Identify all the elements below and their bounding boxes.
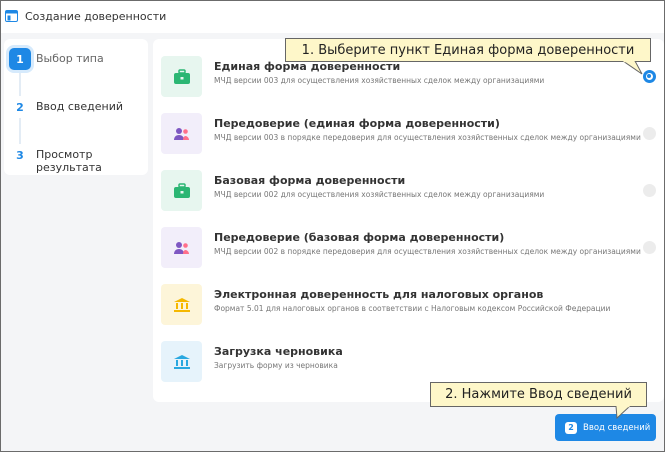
stepper: 1 Выбор типа 2 Ввод сведений 3 Просмотр …	[4, 39, 148, 175]
option-unified-form[interactable]: Единая форма доверенности МЧД версии 003…	[161, 56, 661, 100]
callout-step-1: 1. Выберите пункт Единая форма доверенно…	[285, 38, 651, 62]
step-number: 2	[16, 100, 24, 114]
users-icon	[161, 227, 202, 268]
bank-icon	[161, 341, 202, 382]
step-badge: 2	[565, 421, 577, 434]
briefcase-icon	[161, 56, 202, 97]
title-bar: Создание доверенности	[1, 1, 664, 33]
step-number: 3	[16, 148, 24, 162]
option-title: Передоверие (единая форма доверенности)	[214, 117, 500, 130]
callout-step-2: 2. Нажмите Ввод сведений	[430, 382, 647, 407]
briefcase-icon	[161, 170, 202, 211]
option-basic-form[interactable]: Базовая форма доверенности МЧД версии 00…	[161, 170, 661, 214]
document-app-icon	[5, 10, 18, 22]
step-select-type[interactable]: 1 Выбор типа	[4, 42, 148, 78]
options-panel: Единая форма доверенности МЧД версии 003…	[153, 39, 664, 402]
step-label: Ввод сведений	[36, 100, 124, 113]
callout-pointer-arrow	[615, 406, 631, 419]
option-subdelegation-basic[interactable]: Передоверие (базовая форма доверенности)…	[161, 227, 661, 271]
enter-info-button-label: Ввод сведений	[583, 422, 651, 433]
option-title: Загрузка черновика	[214, 345, 343, 358]
option-description: МЧД версии 002 для осуществления хозяйст…	[214, 190, 545, 199]
radio-button[interactable]	[643, 70, 656, 83]
bank-icon	[161, 284, 202, 325]
window-title: Создание доверенности	[25, 10, 167, 23]
option-title: Базовая форма доверенности	[214, 174, 406, 187]
option-description: Формат 5.01 для налоговых органов в соот…	[214, 304, 611, 313]
option-description: МЧД версии 002 в порядке передоверия для…	[214, 247, 641, 256]
step-view-result[interactable]: 3 Просмотр результата	[4, 138, 148, 174]
option-load-draft[interactable]: Загрузка черновика Загрузить форму из че…	[161, 341, 661, 385]
step-label: Выбор типа	[36, 52, 104, 65]
option-title: Передоверие (базовая форма доверенности)	[214, 231, 505, 244]
step-label: Просмотр результата	[36, 148, 102, 174]
radio-button[interactable]	[643, 241, 656, 254]
option-tax-authority[interactable]: Электронная доверенность для налоговых о…	[161, 284, 661, 328]
step-enter-info[interactable]: 2 Ввод сведений	[4, 90, 148, 126]
users-icon	[161, 113, 202, 154]
radio-button[interactable]	[643, 127, 656, 140]
option-subdelegation-unified[interactable]: Передоверие (единая форма доверенности) …	[161, 113, 661, 157]
callout-pointer-arrow	[622, 61, 643, 75]
option-description: МЧД версии 003 в порядке передоверия для…	[214, 133, 641, 142]
step-number: 1	[9, 48, 31, 70]
option-description: МЧД версии 003 для осуществления хозяйст…	[214, 76, 545, 85]
enter-info-button[interactable]: 2 Ввод сведений	[555, 414, 656, 441]
radio-button[interactable]	[643, 184, 656, 197]
option-description: Загрузить форму из черновика	[214, 361, 338, 370]
option-title: Электронная доверенность для налоговых о…	[214, 288, 544, 301]
